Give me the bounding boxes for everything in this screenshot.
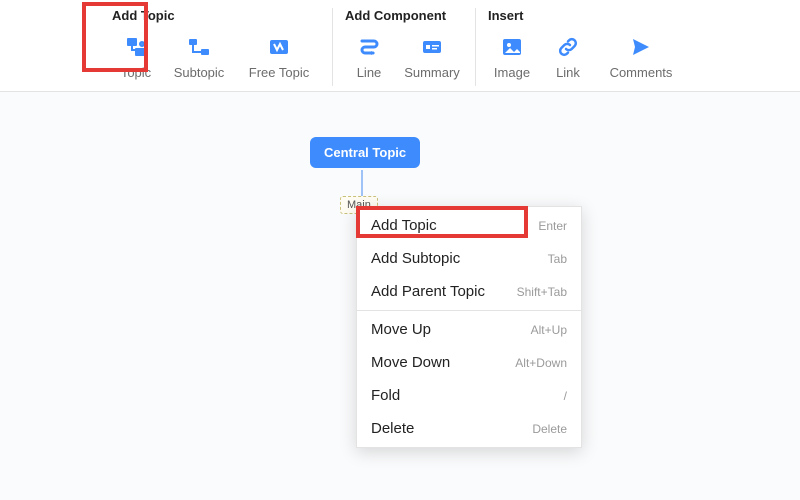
ctx-label: Move Up [371, 321, 431, 338]
ctx-shortcut: Tab [548, 252, 567, 266]
line-button[interactable]: Line [341, 29, 397, 86]
toolbar-row: Line Summary [341, 29, 467, 86]
ctx-label: Add Subtopic [371, 250, 460, 267]
comments-label: Comments [610, 65, 673, 80]
ctx-shortcut: / [564, 389, 567, 403]
toolbar: Add Topic Topic Subtopic Free Topic [0, 0, 800, 92]
ctx-add-subtopic[interactable]: Add Subtopic Tab [357, 242, 581, 275]
toolbar-row: Topic Subtopic Free Topic [108, 29, 324, 86]
ctx-shortcut: Enter [538, 219, 567, 233]
image-button[interactable]: Image [484, 29, 540, 86]
line-label: Line [357, 65, 382, 80]
ctx-shortcut: Shift+Tab [517, 285, 567, 299]
ctx-separator [357, 310, 581, 311]
ctx-move-down[interactable]: Move Down Alt+Down [357, 346, 581, 379]
ctx-add-topic[interactable]: Add Topic Enter [357, 209, 581, 242]
comments-button[interactable]: Comments [596, 29, 686, 86]
ctx-add-parent-topic[interactable]: Add Parent Topic Shift+Tab [357, 275, 581, 308]
image-label: Image [494, 65, 530, 80]
toolbar-group-insert: Insert Image Link Comments [475, 8, 694, 86]
subtopic-icon [185, 33, 213, 61]
toolbar-group-title: Insert [484, 8, 686, 23]
central-topic-node[interactable]: Central Topic [310, 137, 420, 168]
summary-icon [418, 33, 446, 61]
ctx-shortcut: Delete [532, 422, 567, 436]
toolbar-group-title: Add Topic [108, 8, 324, 23]
topic-button[interactable]: Topic [108, 29, 164, 86]
ctx-move-up[interactable]: Move Up Alt+Up [357, 313, 581, 346]
ctx-delete[interactable]: Delete Delete [357, 412, 581, 445]
image-icon [498, 33, 526, 61]
toolbar-row: Image Link Comments [484, 29, 686, 86]
topic-icon [122, 33, 150, 61]
ctx-label: Fold [371, 387, 400, 404]
link-icon [554, 33, 582, 61]
subtopic-label: Subtopic [174, 65, 225, 80]
comments-icon [627, 33, 655, 61]
topic-label: Topic [121, 65, 151, 80]
summary-button[interactable]: Summary [397, 29, 467, 86]
ctx-shortcut: Alt+Up [531, 323, 567, 337]
node-connector [361, 170, 363, 196]
ctx-label: Add Topic [371, 217, 437, 234]
mindmap-canvas[interactable]: Central Topic Main Add Topic Enter Add S… [0, 92, 800, 500]
ctx-fold[interactable]: Fold / [357, 379, 581, 412]
toolbar-group-title: Add Component [341, 8, 467, 23]
subtopic-button[interactable]: Subtopic [164, 29, 234, 86]
ctx-label: Delete [371, 420, 414, 437]
ctx-label: Move Down [371, 354, 450, 371]
free-topic-button[interactable]: Free Topic [234, 29, 324, 86]
ctx-shortcut: Alt+Down [515, 356, 567, 370]
free-topic-label: Free Topic [249, 65, 309, 80]
line-icon [355, 33, 383, 61]
context-menu: Add Topic Enter Add Subtopic Tab Add Par… [356, 206, 582, 448]
toolbar-group-add-component: Add Component Line Summary [332, 8, 475, 86]
free-topic-icon [265, 33, 293, 61]
summary-label: Summary [404, 65, 460, 80]
toolbar-group-add-topic: Add Topic Topic Subtopic Free Topic [100, 8, 332, 86]
ctx-label: Add Parent Topic [371, 283, 485, 300]
link-button[interactable]: Link [540, 29, 596, 86]
link-label: Link [556, 65, 580, 80]
